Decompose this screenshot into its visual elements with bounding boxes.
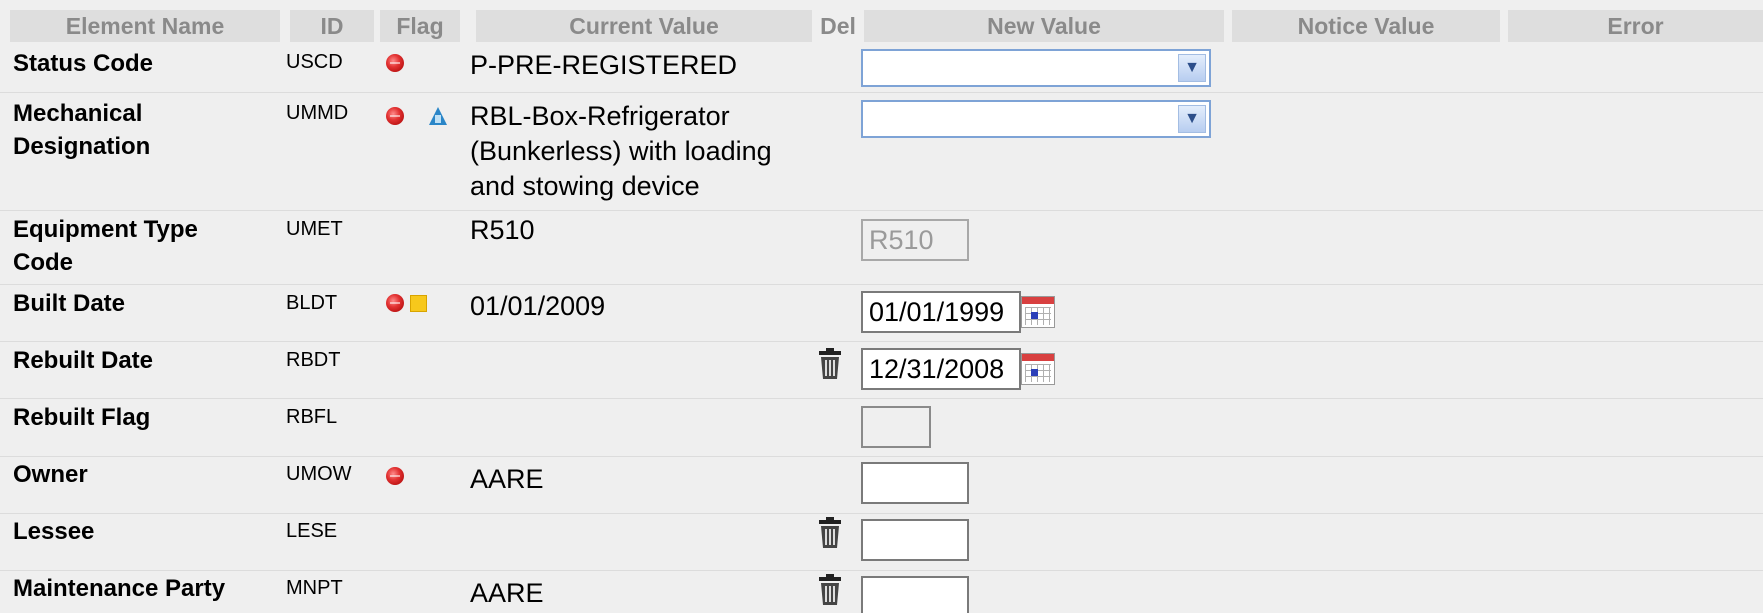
calendar-icon[interactable] xyxy=(1021,296,1055,328)
element-name: Rebuilt Date xyxy=(13,347,154,374)
element-id: RBFL xyxy=(286,406,338,428)
table-row: Status Code USCD P-PRE-REGISTERED ▼ xyxy=(0,44,1763,92)
row-divider xyxy=(0,284,1763,285)
blue-triangle-icon xyxy=(429,107,447,125)
table-row: Owner UMOW AARE xyxy=(0,458,1763,513)
current-value: AARE xyxy=(470,578,544,608)
current-value: R510 xyxy=(470,215,535,245)
new-value-select[interactable]: ▼ xyxy=(861,49,1211,87)
element-id: UMOW xyxy=(286,463,352,485)
trash-icon[interactable] xyxy=(817,348,843,380)
table-row: Mechanical Designation UMMD RBL-Box-Refr… xyxy=(0,97,1763,207)
trash-icon[interactable] xyxy=(817,517,843,549)
chevron-down-icon[interactable]: ▼ xyxy=(1178,54,1206,82)
table-row: Rebuilt Flag RBFL xyxy=(0,401,1763,456)
element-id: BLDT xyxy=(286,292,338,314)
element-id: LESE xyxy=(286,520,338,542)
element-name: Mechanical Designation xyxy=(13,100,151,160)
element-name: Equipment Type Code xyxy=(13,216,198,276)
element-id: MNPT xyxy=(286,577,343,599)
header-element-name: Element Name xyxy=(10,10,280,42)
row-divider xyxy=(0,398,1763,399)
row-divider xyxy=(0,92,1763,93)
row-divider xyxy=(0,341,1763,342)
red-dot-icon xyxy=(386,107,404,125)
table-row: Maintenance Party MNPT AARE xyxy=(0,572,1763,613)
calendar-icon[interactable] xyxy=(1021,353,1055,385)
element-id: UMET xyxy=(286,218,343,240)
header-notice-value: Notice Value xyxy=(1232,10,1500,42)
header-del: Del xyxy=(818,10,858,42)
header-error-label: Error xyxy=(1607,13,1664,39)
new-value-select[interactable]: ▼ xyxy=(861,100,1211,138)
yellow-square-icon xyxy=(410,295,427,312)
element-name: Status Code xyxy=(13,50,154,77)
new-value-date-input[interactable] xyxy=(861,348,1021,390)
element-id: UMMD xyxy=(286,102,349,124)
element-id: USCD xyxy=(286,51,343,73)
red-dot-icon xyxy=(386,294,404,312)
row-divider xyxy=(0,456,1763,457)
new-value-input-disabled xyxy=(861,219,969,261)
header-flag: Flag xyxy=(380,10,460,42)
header-current-value: Current Value xyxy=(476,10,812,42)
row-divider xyxy=(0,570,1763,571)
table-row: Lessee LESE xyxy=(0,515,1763,570)
header-error: Error xyxy=(1508,10,1763,42)
chevron-down-icon[interactable]: ▼ xyxy=(1178,105,1206,133)
element-name: Rebuilt Flag xyxy=(13,404,151,431)
table-row: Rebuilt Date RBDT xyxy=(0,344,1763,399)
element-name: Owner xyxy=(13,461,88,488)
trash-icon[interactable] xyxy=(817,574,843,606)
header-new-value-label: New Value xyxy=(987,13,1101,39)
header-current-value-label: Current Value xyxy=(569,13,719,39)
row-divider xyxy=(0,513,1763,514)
header-element-name-label: Element Name xyxy=(65,13,225,39)
element-name: Lessee xyxy=(13,518,95,545)
new-value-input[interactable] xyxy=(861,519,969,561)
element-grid: Element Name ID Flag Current Value Del N… xyxy=(0,0,1763,613)
red-dot-icon xyxy=(386,467,404,485)
element-name: Built Date xyxy=(13,290,126,317)
header-flag-label: Flag xyxy=(396,13,444,39)
header-notice-value-label: Notice Value xyxy=(1297,13,1435,39)
current-value: 01/01/2009 xyxy=(470,291,606,321)
red-dot-icon xyxy=(386,54,404,72)
header-id: ID xyxy=(290,10,374,42)
new-value-input[interactable] xyxy=(861,406,931,448)
current-value: P-PRE-REGISTERED xyxy=(470,50,738,80)
header-new-value: New Value xyxy=(864,10,1224,42)
table-row: Equipment Type Code UMET R510 xyxy=(0,213,1763,283)
table-row: Built Date BLDT 01/01/2009 xyxy=(0,287,1763,342)
new-value-input[interactable] xyxy=(861,462,969,504)
row-divider xyxy=(0,210,1763,211)
current-value: RBL-Box-Refrigerator (Bunkerless) with l… xyxy=(470,101,772,201)
current-value: AARE xyxy=(470,464,544,494)
header-id-label: ID xyxy=(320,13,344,39)
new-value-input[interactable] xyxy=(861,576,969,613)
new-value-date-input[interactable] xyxy=(861,291,1021,333)
header-del-label: Del xyxy=(820,13,856,39)
element-name: Maintenance Party xyxy=(13,575,226,602)
element-id: RBDT xyxy=(286,349,341,371)
